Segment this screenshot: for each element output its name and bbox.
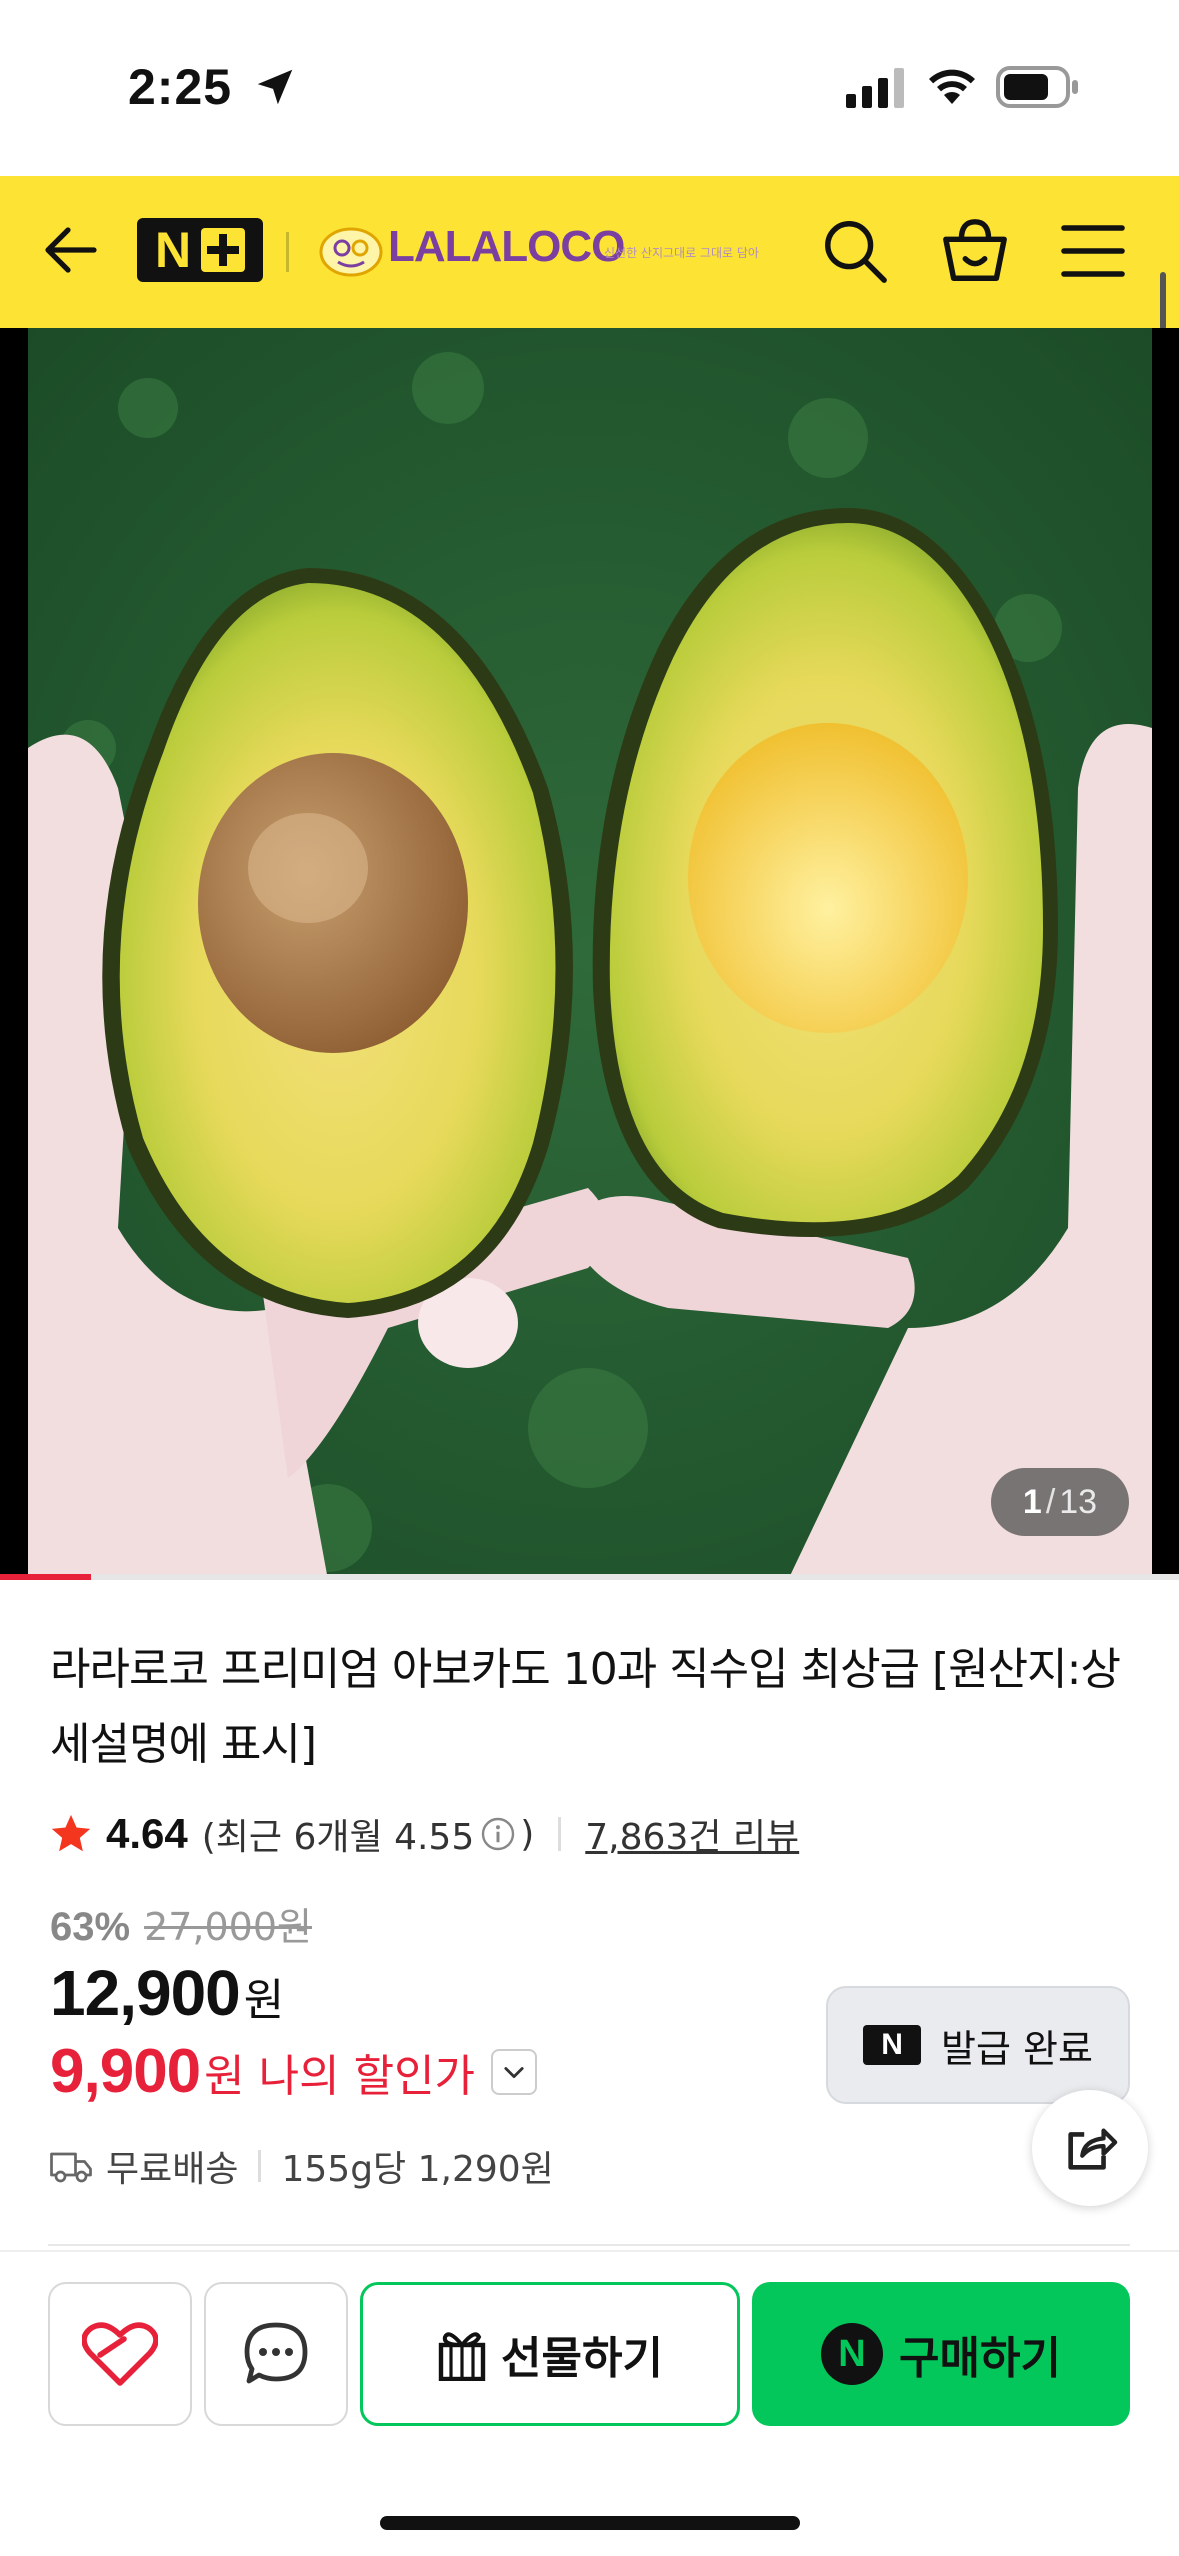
shopping-basket-icon[interactable] [940,216,1010,286]
chevron-down-icon [504,2066,524,2078]
rating-divider [558,1817,562,1851]
share-icon [1068,2128,1118,2170]
image-current-index: 1 [1022,1482,1042,1521]
battery-icon [996,66,1078,108]
buy-button[interactable]: N 구매하기 [752,2282,1130,2426]
original-price: 27,000원 [144,1905,312,1949]
image-total-count: 13 [1059,1482,1098,1521]
share-button[interactable] [1032,2090,1148,2206]
bottom-action-bar: 선물하기 N 구매하기 [0,2250,1179,2556]
delivery-divider [258,2150,262,2182]
naver-plus-store-logo[interactable]: N [137,218,263,282]
rating-recent-close: ) [520,1813,535,1855]
delivery-row: 무료배송 155g당 1,290원 [50,2140,554,2192]
gallery-progress-bar [0,1574,1179,1580]
heart-icon [82,2322,158,2386]
gift-box-icon [438,2332,486,2381]
price-row: 12,900 원 [50,1956,284,2030]
back-arrow-icon[interactable] [40,220,100,280]
rating-row: 4.64 (최근 6개월 4.55 ) 7,863건 리뷰 [48,1806,799,1862]
my-discount-unit: 원 [204,2050,245,2102]
lalaloco-mascot-icon[interactable] [318,224,384,278]
coupon-label: 발급 완료 [941,2026,1093,2071]
review-count-link[interactable]: 7,863건 리뷰 [585,1808,799,1860]
naver-plus-logo-letter: N [154,222,192,278]
my-discount-expand-button[interactable] [491,2048,538,2095]
app-header: N LALALOCO 신선한 산지그대로 그대로 담아 [0,176,1179,330]
my-discount-label: 나의 할인가 [258,2050,476,2102]
cellular-signal-icon [846,68,904,108]
talktalk-chat-button[interactable] [204,2282,348,2426]
sale-price: 12,900 [50,1957,241,2029]
search-icon[interactable] [820,216,890,286]
gift-button-label: 선물하기 [501,2333,663,2384]
product-title: 라라로코 프리미엄 아보카도 10과 직수입 최상급 [원산지:상세설명에 표시… [50,1644,1121,1770]
product-image-gallery[interactable]: 1 / 13 [0,328,1179,1580]
my-discount-price: 9,900 [50,2037,201,2106]
home-indicator[interactable] [380,2516,800,2530]
star-icon [51,1814,91,1852]
info-icon[interactable] [480,1816,516,1852]
image-counter-separator: / [1045,1482,1056,1521]
hamburger-menu-icon[interactable] [1060,220,1126,282]
buy-button-label: 구매하기 [899,2333,1061,2384]
gallery-progress-fill [0,1574,91,1580]
chat-bubble-icon [244,2322,308,2384]
rating-score: 4.64 [106,1810,188,1857]
naver-n-icon: N [863,2025,922,2065]
plus-icon [201,228,246,272]
wishlist-button[interactable] [48,2282,192,2426]
discount-row: 63% 27,000원 [50,1896,312,1951]
shipping-info: 무료배송 [106,2149,239,2190]
scrollbar-thumb[interactable] [1160,272,1166,330]
location-arrow-icon [257,69,293,105]
status-time: 2:25 [128,59,233,115]
my-discount-row[interactable]: 9,900 원 나의 할인가 [50,2036,538,2107]
wifi-icon [929,69,975,104]
image-page-counter: 1 / 13 [991,1468,1129,1536]
rating-recent: (최근 6개월 4.55 [201,1817,475,1858]
sale-price-unit: 원 [243,1975,285,2026]
discount-rate: 63% [50,1905,131,1949]
status-bar: 2:25 [0,0,1179,176]
product-photo-avocado[interactable] [28,328,1152,1580]
section-divider [48,2244,1130,2246]
brand-tagline: 신선한 산지그대로 그대로 담아 [604,246,759,260]
naver-pay-n-icon: N [821,2323,884,2385]
unit-price: 155g당 1,290원 [281,2149,554,2190]
coupon-issued-button[interactable]: N 발급 완료 [826,1986,1130,2104]
delivery-truck-icon [50,2152,92,2183]
gift-button[interactable]: 선물하기 [360,2282,740,2426]
header-divider [286,232,289,272]
brand-name[interactable]: LALALOCO [388,222,625,272]
